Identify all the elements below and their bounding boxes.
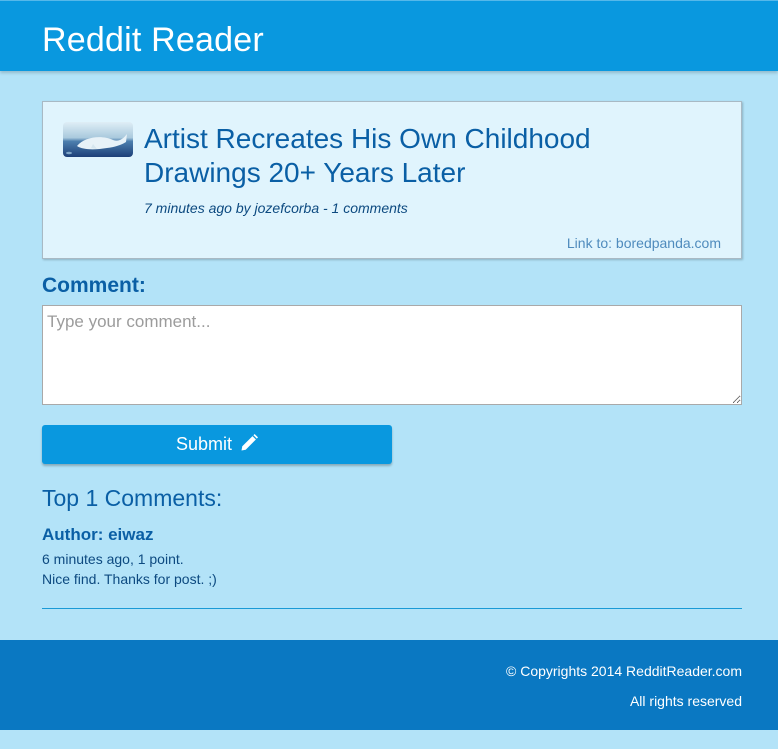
rights-text: All rights reserved <box>629 693 742 709</box>
post-link-prefix: Link to: <box>566 235 616 251</box>
comment-meta: 6 minutes ago, 1 point. <box>42 551 184 567</box>
whale-thumbnail-icon <box>63 122 133 157</box>
post-thumbnail[interactable] <box>63 122 133 157</box>
comments-divider <box>42 608 742 609</box>
app-header: Reddit Reader <box>0 0 778 71</box>
submit-button[interactable]: Submit <box>42 425 392 464</box>
comment-textarea[interactable] <box>42 305 742 405</box>
pencil-icon <box>241 434 259 451</box>
page-footer: © Copyrights 2014 RedditReader.com All r… <box>0 640 778 730</box>
submit-label: Submit <box>175 434 232 454</box>
post-meta: 7 minutes ago by jozefcorba - 1 comments <box>144 200 408 216</box>
app-title[interactable]: Reddit Reader <box>42 20 264 60</box>
copyright-text: © Copyrights 2014 RedditReader.com <box>506 663 742 679</box>
post-card: Artist Recreates His Own Childhood Drawi… <box>42 101 742 259</box>
comment-body: Nice find. Thanks for post. ;) <box>42 571 217 587</box>
comments-heading: Top 1 Comments: <box>42 485 223 511</box>
post-source-link[interactable]: Link to: boredpanda.com <box>567 234 721 252</box>
post-link-domain: boredpanda.com <box>615 235 721 251</box>
post-title-link[interactable]: Artist Recreates His Own Childhood Drawi… <box>144 122 704 190</box>
comment-author: Author: eiwaz <box>42 525 154 544</box>
comment-label: Comment: <box>42 274 146 297</box>
